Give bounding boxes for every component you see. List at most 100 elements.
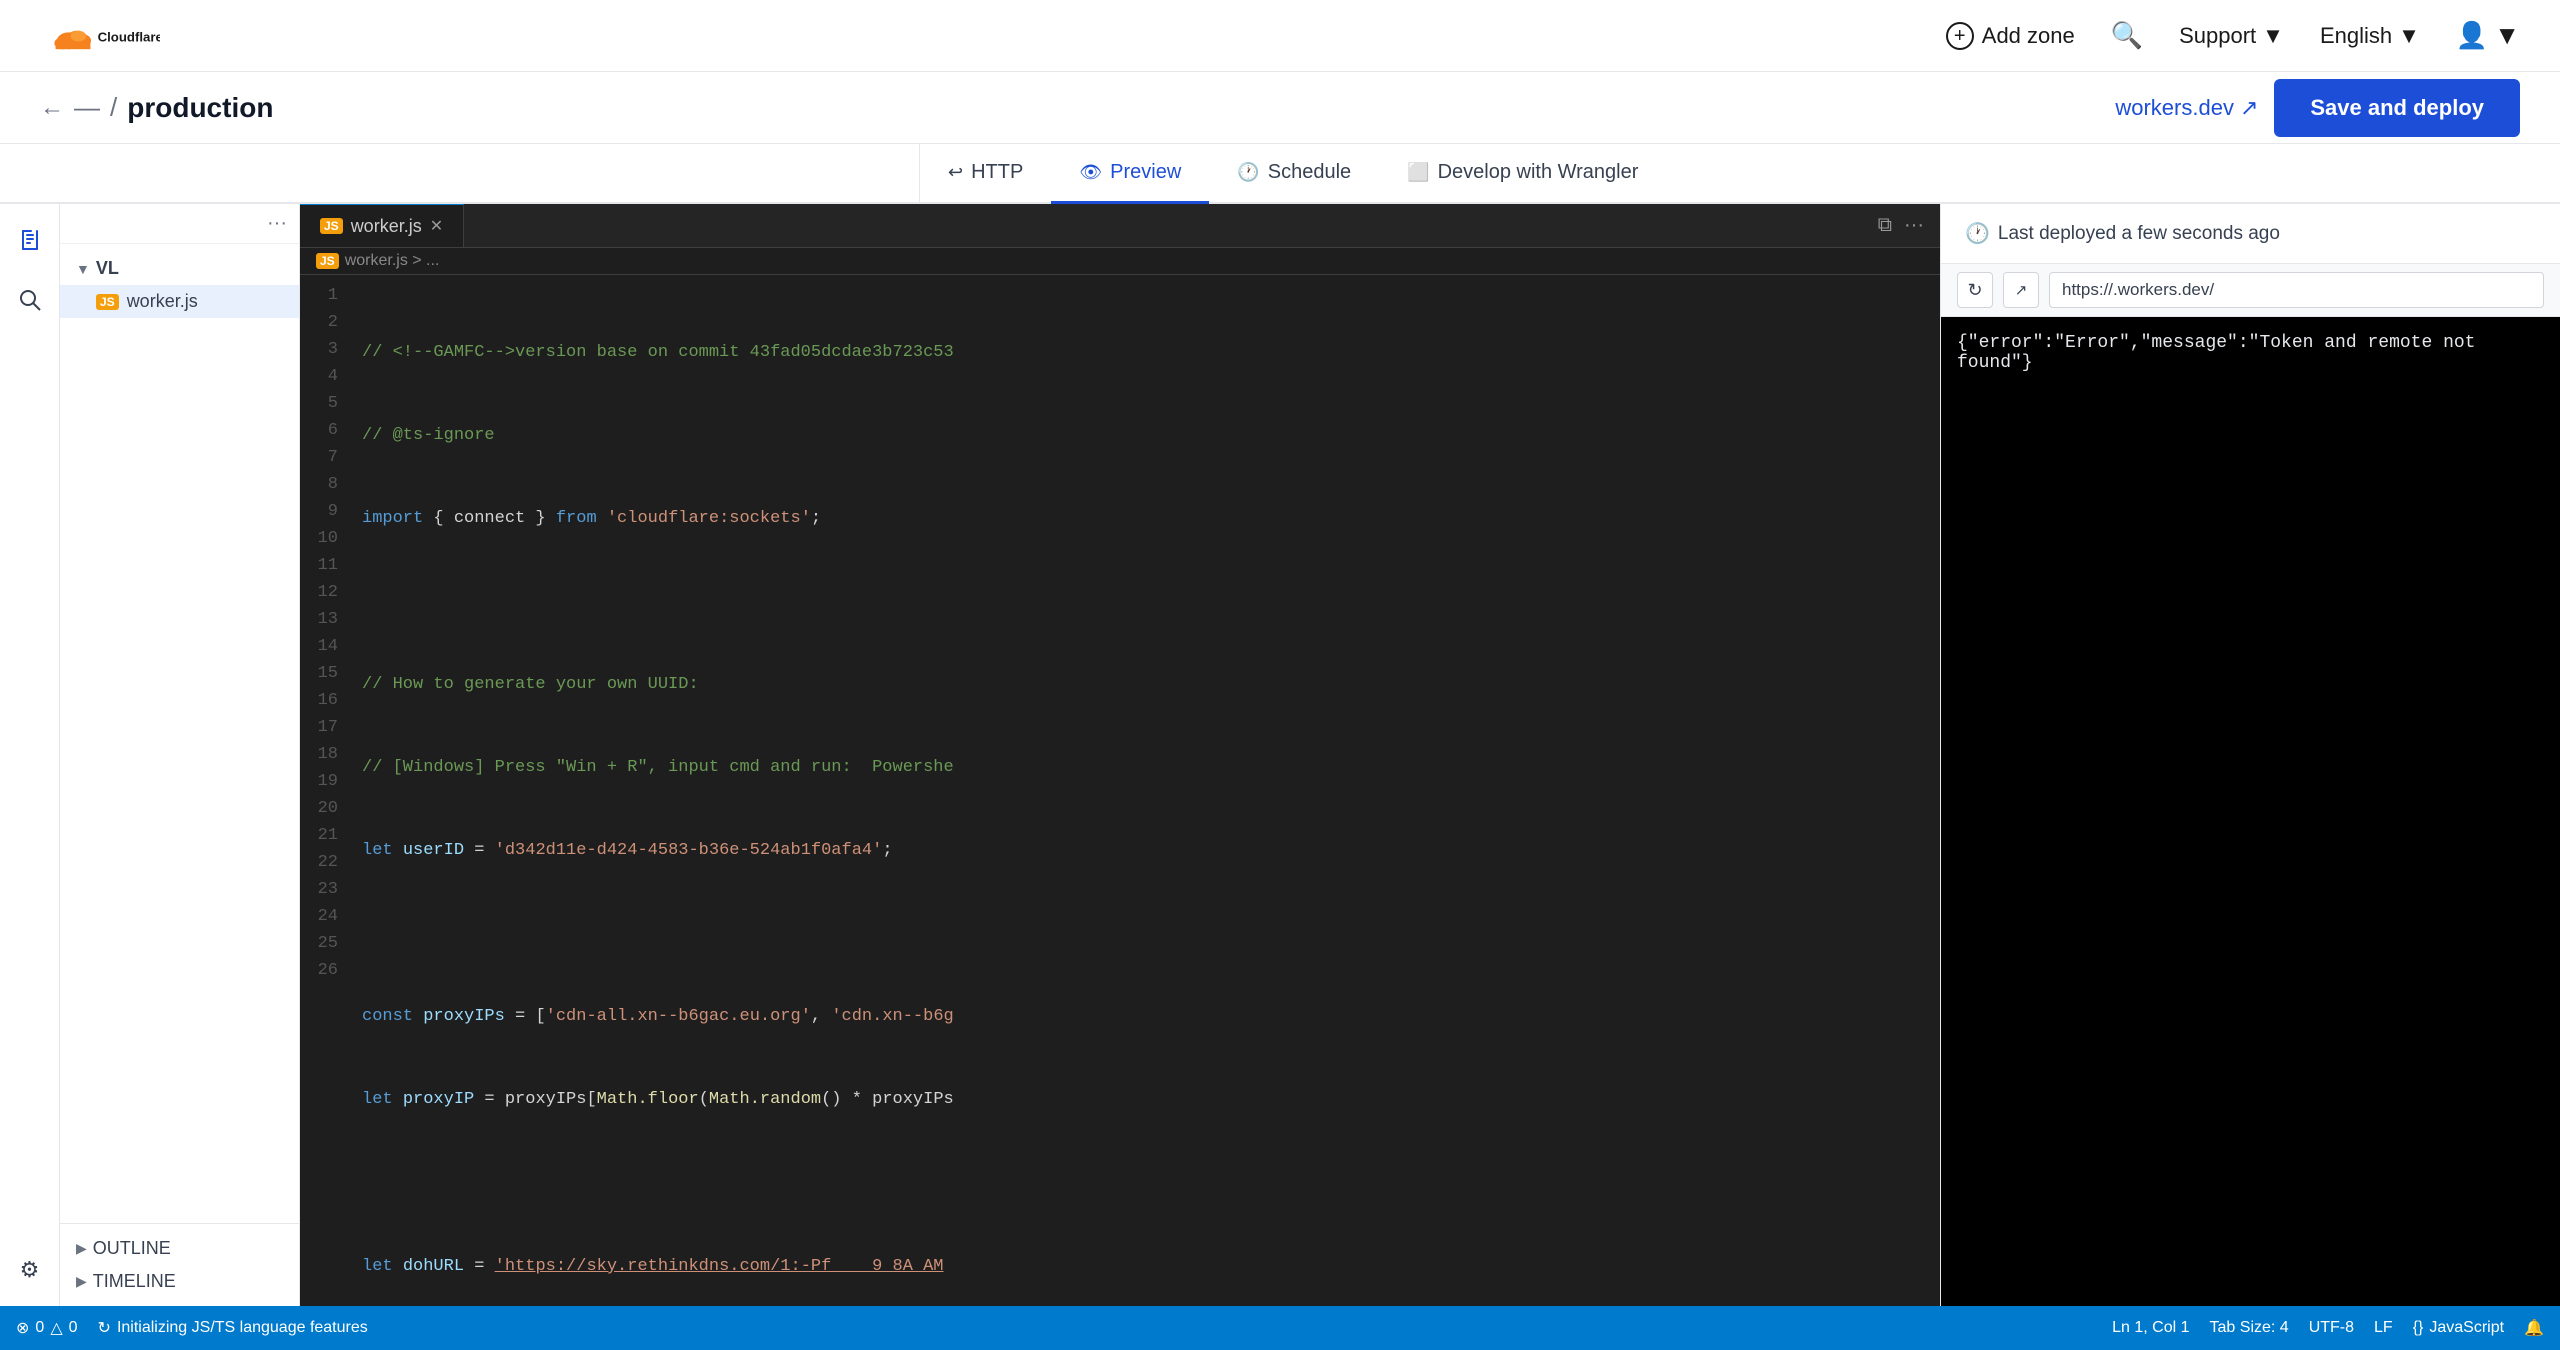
statusbar-language-mode[interactable]: {} JavaScript xyxy=(2413,1319,2504,1337)
refresh-button[interactable]: ↻ xyxy=(1957,272,1993,308)
preview-icon: 👁 xyxy=(1079,162,1102,183)
outline-toggle[interactable]: ▶ OUTLINE xyxy=(76,1232,283,1265)
timeline-toggle[interactable]: ▶ TIMELINE xyxy=(76,1265,283,1298)
terminal-icon: ⬜ xyxy=(1407,162,1429,183)
open-external-button[interactable]: ↗ xyxy=(2003,272,2039,308)
external-link-icon: ↗ xyxy=(2240,95,2258,121)
breadcrumb-separator: / xyxy=(110,92,117,123)
preview-output: {"error":"Error","message":"Token and re… xyxy=(1941,317,2560,1306)
svg-text:Cloudflare: Cloudflare xyxy=(98,29,160,44)
more-actions-icon[interactable]: ··· xyxy=(1904,214,1924,237)
logo-area[interactable]: Cloudflare xyxy=(40,14,160,58)
tab-http[interactable]: ↩ HTTP xyxy=(920,144,1051,204)
plus-icon: + xyxy=(1946,22,1974,50)
breadcrumb-js-badge: JS xyxy=(316,253,339,269)
split-editor-icon[interactable]: ⧉ xyxy=(1878,214,1892,237)
language-button[interactable]: English ▼ xyxy=(2320,23,2420,49)
user-chevron-icon: ▼ xyxy=(2494,20,2520,51)
statusbar-feedback[interactable]: 🔔 xyxy=(2524,1318,2544,1338)
encoding-text: UTF-8 xyxy=(2309,1319,2354,1337)
statusbar-line-ending[interactable]: LF xyxy=(2374,1319,2393,1337)
tab-schedule[interactable]: 🕐 Schedule xyxy=(1209,144,1379,204)
right-panel-topbar: 🕐 Last deployed a few seconds ago xyxy=(1941,204,2560,264)
file-tree: ··· ▼ VL JS worker.js ▶ OUTLINE ▶ TIMELI… xyxy=(60,204,300,1306)
outline-section: ▶ OUTLINE ▶ TIMELINE xyxy=(60,1223,299,1306)
editor-area: JS worker.js ✕ ⧉ ··· JS worker.js > ... … xyxy=(300,204,1940,1306)
cloudflare-logo: Cloudflare xyxy=(40,14,160,58)
tab-preview[interactable]: 👁 Preview xyxy=(1051,144,1209,204)
deploy-status: 🕐 Last deployed a few seconds ago xyxy=(1965,221,2280,246)
right-panel: 🕐 Last deployed a few seconds ago ↻ ↗ {"… xyxy=(1940,204,2560,1306)
support-button[interactable]: Support ▼ xyxy=(2179,23,2284,49)
feedback-icon: 🔔 xyxy=(2524,1318,2544,1338)
search-icon[interactable]: 🔍 xyxy=(2111,20,2143,51)
line-ending-text: LF xyxy=(2374,1319,2393,1337)
outline-chevron-icon: ▶ xyxy=(76,1240,87,1257)
workers-dev-text: workers.dev xyxy=(2115,95,2234,121)
top-navigation: Cloudflare + Add zone 🔍 Support ▼ Englis… xyxy=(0,0,2560,72)
statusbar-position[interactable]: Ln 1, Col 1 xyxy=(2112,1319,2189,1337)
sidebar-settings-button[interactable]: ⚙ xyxy=(10,1250,50,1290)
cursor-position: Ln 1, Col 1 xyxy=(2112,1319,2189,1337)
topnav-actions: + Add zone 🔍 Support ▼ English ▼ 👤 ▼ xyxy=(1946,20,2520,51)
tree-folder-vl[interactable]: ▼ VL xyxy=(60,252,299,285)
timeline-chevron-icon: ▶ xyxy=(76,1273,87,1290)
add-zone-button[interactable]: + Add zone xyxy=(1946,22,2075,50)
tab-preview-label: Preview xyxy=(1110,161,1181,184)
code-content[interactable]: // <!--GAMFC-->version base on commit 43… xyxy=(350,275,1940,1306)
file-tree-menu-button[interactable]: ··· xyxy=(267,212,287,235)
file-tree-header: ··· xyxy=(60,204,299,244)
language-mode-text: JavaScript xyxy=(2429,1319,2504,1337)
save-deploy-button[interactable]: Save and deploy xyxy=(2274,79,2520,137)
code-editor[interactable]: 12345 678910 1112131415 1617181920 21222… xyxy=(300,275,1940,1306)
error-icon: ⊗ xyxy=(16,1318,29,1338)
secondary-toolbar: ← — / production workers.dev ↗ Save and … xyxy=(0,72,2560,144)
editor-tab-actions: ⧉ ··· xyxy=(1862,214,1940,237)
sidebar-search-button[interactable] xyxy=(10,280,50,320)
tab-js-badge: JS xyxy=(320,218,343,234)
folder-chevron-icon: ▼ xyxy=(76,261,90,277)
add-zone-label: Add zone xyxy=(1982,23,2075,49)
support-chevron-icon: ▼ xyxy=(2262,23,2284,49)
editor-tabs: JS worker.js ✕ ⧉ ··· xyxy=(300,204,1940,248)
warning-icon: △ xyxy=(50,1318,62,1338)
timeline-label: TIMELINE xyxy=(93,1271,176,1292)
statusbar-encoding[interactable]: UTF-8 xyxy=(2309,1319,2354,1337)
tab-close-button[interactable]: ✕ xyxy=(430,216,443,236)
tab-develop-label: Develop with Wrangler xyxy=(1438,161,1639,184)
http-icon: ↩ xyxy=(948,162,963,183)
user-icon: 👤 xyxy=(2456,20,2488,51)
error-count: 0 xyxy=(35,1319,44,1337)
warning-count: 0 xyxy=(69,1319,78,1337)
statusbar: ⊗ 0 △ 0 ↻ Initializing JS/TS language fe… xyxy=(0,1306,2560,1350)
statusbar-initializing: ↻ Initializing JS/TS language features xyxy=(98,1318,368,1338)
tree-file-worker-js[interactable]: JS worker.js xyxy=(60,285,299,318)
breadcrumb: ← — / production xyxy=(40,92,273,124)
editor-breadcrumb: JS worker.js > ... xyxy=(300,248,1940,275)
initializing-text: Initializing JS/TS language features xyxy=(117,1319,368,1337)
workers-dev-link[interactable]: workers.dev ↗ xyxy=(2115,95,2258,121)
editor-breadcrumb-text: worker.js > ... xyxy=(345,252,440,270)
line-numbers: 12345 678910 1112131415 1617181920 21222… xyxy=(300,275,350,1306)
outline-label: OUTLINE xyxy=(93,1238,171,1259)
statusbar-tab-size[interactable]: Tab Size: 4 xyxy=(2210,1319,2289,1337)
statusbar-errors[interactable]: ⊗ 0 △ 0 xyxy=(16,1318,78,1338)
tab-filename: worker.js xyxy=(351,216,422,237)
user-menu-button[interactable]: 👤 ▼ xyxy=(2456,20,2520,51)
preview-url-input[interactable] xyxy=(2049,272,2544,308)
preview-bar: ↻ ↗ xyxy=(1941,264,2560,317)
back-icon[interactable]: ← xyxy=(40,94,64,122)
sidebar-files-button[interactable] xyxy=(10,220,50,260)
tab-develop-wrangler[interactable]: ⬜ Develop with Wrangler xyxy=(1379,144,1666,204)
sidebar-icons: ⚙ xyxy=(0,204,60,1306)
sidebar-bottom-icons: ⚙ xyxy=(10,1250,50,1306)
main-layout: ⚙ ··· ▼ VL JS worker.js ▶ OUTLINE ▶ TIME… xyxy=(0,204,2560,1306)
schedule-icon: 🕐 xyxy=(1237,162,1259,183)
deploy-clock-icon: 🕐 xyxy=(1965,221,1990,246)
error-response-text: {"error":"Error","message":"Token and re… xyxy=(1957,333,2475,373)
curly-icon: {} xyxy=(2413,1319,2424,1337)
file-label: worker.js xyxy=(127,291,198,312)
tab-size-text: Tab Size: 4 xyxy=(2210,1319,2289,1337)
support-label: Support xyxy=(2179,23,2256,49)
editor-tab-worker-js[interactable]: JS worker.js ✕ xyxy=(300,204,464,247)
